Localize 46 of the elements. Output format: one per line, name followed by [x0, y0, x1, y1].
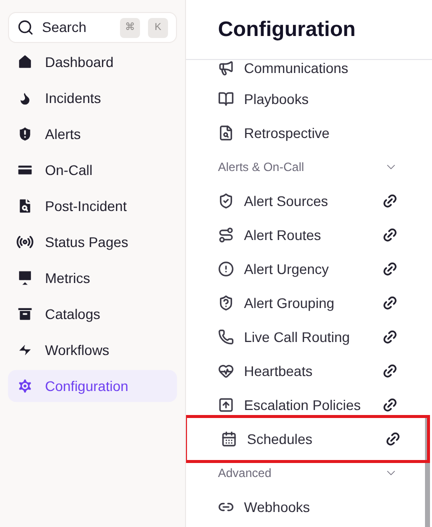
nav-item[interactable]: Post-Incident	[8, 190, 177, 222]
nav-item[interactable]: On-Call	[8, 154, 177, 186]
arrow-up-icon	[218, 397, 234, 413]
shortcut-key: ⌘	[120, 18, 140, 38]
chart-board-icon	[16, 269, 34, 287]
gear-icon	[16, 377, 34, 395]
route-icon	[218, 227, 234, 243]
alert-icon	[218, 261, 234, 277]
menu-item[interactable]: Schedules	[247, 428, 371, 450]
section-heading: Alerts & On-Call	[218, 159, 304, 176]
menu-item[interactable]: Retrospective	[244, 122, 368, 144]
menu-item[interactable]: Alert Routes	[244, 224, 368, 246]
menu-item[interactable]: Alert Grouping	[244, 292, 368, 314]
menu-item[interactable]: Heartbeats	[244, 360, 368, 382]
menu-item[interactable]: Escalation Policies	[244, 394, 368, 416]
menu-item[interactable]: Webhooks	[244, 496, 368, 518]
menu-item[interactable]: Live Call Routing	[244, 326, 368, 348]
nav-item[interactable]: Status Pages	[8, 226, 177, 258]
nav-item[interactable]: Catalogs	[8, 298, 177, 330]
section-heading: Advanced	[218, 465, 272, 482]
book-icon	[218, 91, 234, 107]
phone-icon	[218, 329, 234, 345]
menu-item[interactable]: Alert Sources	[244, 190, 368, 212]
highlighted-menu-item[interactable]: Schedules	[186, 415, 430, 463]
megaphone-icon	[218, 60, 234, 76]
shield-icon	[218, 193, 234, 209]
menu-item[interactable]: Alert Urgency	[244, 258, 368, 280]
shield-icon	[218, 295, 234, 311]
heart-icon	[218, 363, 234, 379]
search-field[interactable]: Search	[42, 17, 112, 38]
page-title: Configuration	[218, 16, 356, 43]
menu-item[interactable]: Playbooks	[244, 88, 368, 110]
nav-item[interactable]: Incidents	[8, 82, 177, 114]
home-icon	[16, 53, 34, 71]
calendar-icon	[221, 431, 237, 447]
search-icon	[17, 19, 34, 36]
nav-item[interactable]: Workflows	[8, 334, 177, 366]
shortcut-key: K	[148, 18, 168, 38]
nav-item[interactable]: Configuration	[8, 370, 177, 402]
nav-item[interactable]: Dashboard	[8, 46, 177, 78]
broadcast-icon	[16, 233, 34, 251]
drawer-icon	[16, 305, 34, 323]
document-icon	[218, 125, 234, 141]
nav-item[interactable]: Metrics	[8, 262, 177, 294]
menu-item[interactable]: Communications	[244, 60, 368, 78]
nav-item[interactable]: Alerts	[8, 118, 177, 150]
